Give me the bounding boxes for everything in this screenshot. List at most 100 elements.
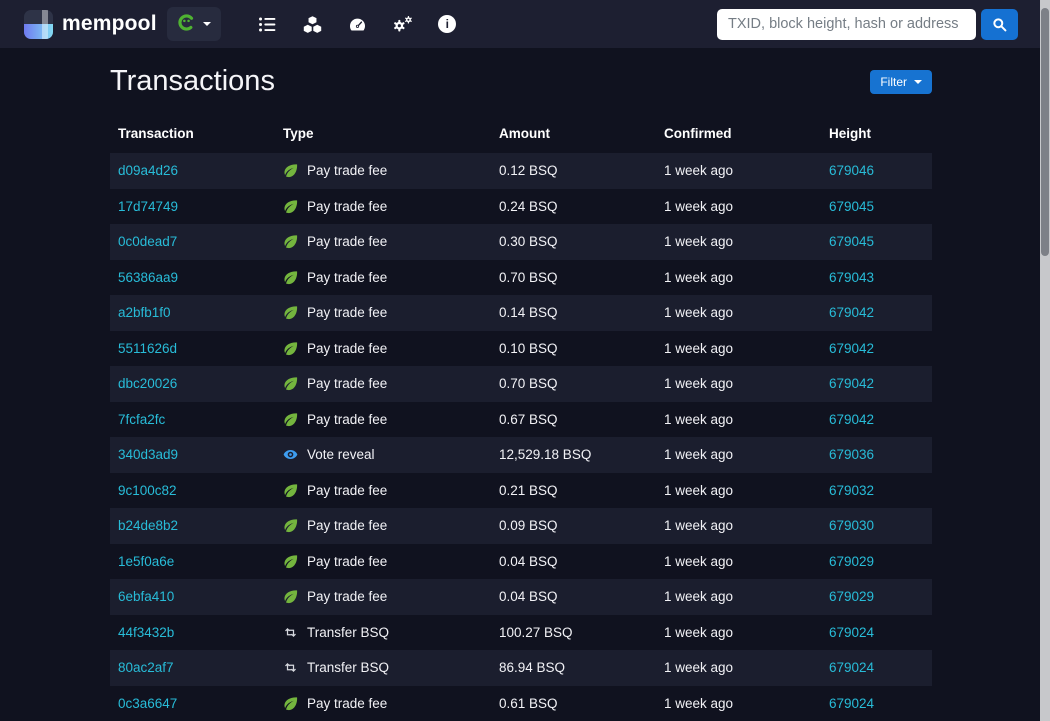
- brand-title[interactable]: mempool: [62, 12, 157, 36]
- tx-confirmed-time: 1 week ago: [664, 695, 734, 711]
- tx-type-label: Pay trade fee: [307, 234, 388, 250]
- tx-type-label: Transfer BSQ: [307, 660, 390, 676]
- txid-link[interactable]: a2bfb1f0: [118, 305, 171, 320]
- network-selector-button[interactable]: [166, 7, 221, 41]
- tx-type-label: Pay trade fee: [307, 269, 388, 285]
- tx-type-icon: [283, 163, 298, 178]
- block-height-link[interactable]: 679030: [829, 518, 874, 533]
- column-header-height: Height: [829, 126, 871, 141]
- leaf-icon: [284, 519, 298, 533]
- nav-blocks[interactable]: [290, 0, 335, 48]
- nav-transactions-list[interactable]: [245, 0, 290, 48]
- nav-dashboard[interactable]: [335, 0, 380, 48]
- block-height-link[interactable]: 679024: [829, 625, 874, 640]
- list-icon: [258, 16, 276, 32]
- tx-confirmed-time: 1 week ago: [664, 589, 734, 605]
- block-height-link[interactable]: 679042: [829, 412, 874, 427]
- tx-type-label: Pay trade fee: [307, 305, 388, 321]
- nav-icon-group: i: [245, 0, 470, 48]
- block-height-link[interactable]: 679024: [829, 660, 874, 675]
- txid-link[interactable]: d09a4d26: [118, 163, 178, 178]
- tx-confirmed-time: 1 week ago: [664, 198, 734, 214]
- leaf-icon: [284, 413, 298, 426]
- tx-type-icon: [283, 696, 298, 711]
- txid-link[interactable]: 5511626d: [118, 341, 177, 356]
- leaf-icon: [284, 377, 298, 391]
- table-row: 7fcfa2fc Pay trade fee 0.67 BSQ 1 week a…: [110, 402, 932, 438]
- eye-icon: [283, 450, 298, 460]
- block-height-link[interactable]: 679032: [829, 483, 874, 498]
- block-height-link[interactable]: 679042: [829, 305, 874, 320]
- txid-link[interactable]: 0c0dead7: [118, 234, 177, 249]
- column-header-confirmed: Confirmed: [664, 126, 732, 141]
- column-header-type: Type: [283, 126, 314, 141]
- table-row: a2bfb1f0 Pay trade fee 0.14 BSQ 1 week a…: [110, 295, 932, 331]
- txid-link[interactable]: 9c100c82: [118, 483, 177, 498]
- tx-type-label: Pay trade fee: [307, 376, 388, 392]
- info-circle-icon: i: [438, 15, 457, 33]
- nav-about[interactable]: i: [425, 0, 470, 48]
- tx-type-icon: [283, 270, 298, 285]
- tx-amount: 0.14 BSQ: [499, 305, 558, 321]
- table-row: d09a4d26 Pay trade fee 0.12 BSQ 1 week a…: [110, 153, 932, 189]
- search-input[interactable]: [717, 8, 976, 40]
- search-button[interactable]: [981, 8, 1018, 40]
- txid-link[interactable]: 56386aa9: [118, 270, 178, 285]
- tx-type-icon: [283, 554, 298, 569]
- table-row: 17d74749 Pay trade fee 0.24 BSQ 1 week a…: [110, 189, 932, 225]
- navbar: mempool i TXID, block height, hash or ad…: [0, 0, 1050, 48]
- block-height-link[interactable]: 679043: [829, 270, 874, 285]
- tx-type-icon: [283, 483, 298, 498]
- bisq-logo-icon: [177, 13, 196, 35]
- leaf-icon: [284, 271, 298, 284]
- tx-amount: 12,529.18 BSQ: [499, 447, 592, 463]
- retweet-icon: [285, 663, 296, 673]
- tx-amount: 0.09 BSQ: [499, 518, 558, 534]
- block-height-link[interactable]: 679036: [829, 447, 874, 462]
- tx-type-label: Pay trade fee: [307, 518, 388, 534]
- txid-link[interactable]: 7fcfa2fc: [118, 412, 165, 427]
- table-row: 1e5f0a6e Pay trade fee 0.04 BSQ 1 week a…: [110, 544, 932, 580]
- block-height-link[interactable]: 679042: [829, 341, 874, 356]
- column-header-transaction: Transaction: [118, 126, 194, 141]
- txid-link[interactable]: 340d3ad9: [118, 447, 178, 462]
- tx-type-icon: [283, 412, 298, 427]
- txid-link[interactable]: 44f3432b: [118, 625, 174, 640]
- txid-link[interactable]: dbc20026: [118, 376, 177, 391]
- tx-type-icon: [283, 234, 298, 249]
- block-height-link[interactable]: 679042: [829, 376, 874, 391]
- tx-amount: 0.70 BSQ: [499, 269, 558, 285]
- table-row: 0c3a6647 Pay trade fee 0.61 BSQ 1 week a…: [110, 686, 932, 721]
- tx-type-label: Pay trade fee: [307, 198, 388, 214]
- txid-link[interactable]: 17d74749: [118, 199, 178, 214]
- block-height-link[interactable]: 679046: [829, 163, 874, 178]
- filter-button[interactable]: Filter: [870, 69, 932, 94]
- leaf-icon: [284, 235, 298, 249]
- tx-type-label: Pay trade fee: [307, 695, 388, 711]
- leaf-icon: [284, 555, 298, 568]
- tx-type-label: Pay trade fee: [307, 411, 388, 427]
- block-height-link[interactable]: 679029: [829, 554, 874, 569]
- tx-type-icon: [283, 447, 298, 462]
- block-height-link[interactable]: 679024: [829, 696, 874, 711]
- leaf-icon: [284, 484, 298, 497]
- block-height-link[interactable]: 679045: [829, 234, 874, 249]
- txid-link[interactable]: 1e5f0a6e: [118, 554, 174, 569]
- block-height-link[interactable]: 679045: [829, 199, 874, 214]
- tx-amount: 0.30 BSQ: [499, 234, 558, 250]
- txid-link[interactable]: 6ebfa410: [118, 589, 174, 604]
- tx-amount: 0.04 BSQ: [499, 553, 558, 569]
- txid-link[interactable]: 80ac2af7: [118, 660, 174, 675]
- cubes-icon: [303, 15, 321, 33]
- tx-amount: 0.12 BSQ: [499, 163, 558, 179]
- tx-type-icon: [283, 199, 298, 214]
- page-scrollbar-thumb[interactable]: [1041, 8, 1049, 256]
- txid-link[interactable]: 0c3a6647: [118, 696, 177, 711]
- page-scrollbar-track[interactable]: [1040, 0, 1050, 721]
- nav-docs[interactable]: [380, 0, 425, 48]
- mempool-block-logo[interactable]: [24, 9, 53, 39]
- block-height-link[interactable]: 679029: [829, 589, 874, 604]
- main-content: Transactions Filter Transaction Type Amo…: [110, 65, 932, 721]
- txid-link[interactable]: b24de8b2: [118, 518, 178, 533]
- leaf-icon: [284, 590, 298, 604]
